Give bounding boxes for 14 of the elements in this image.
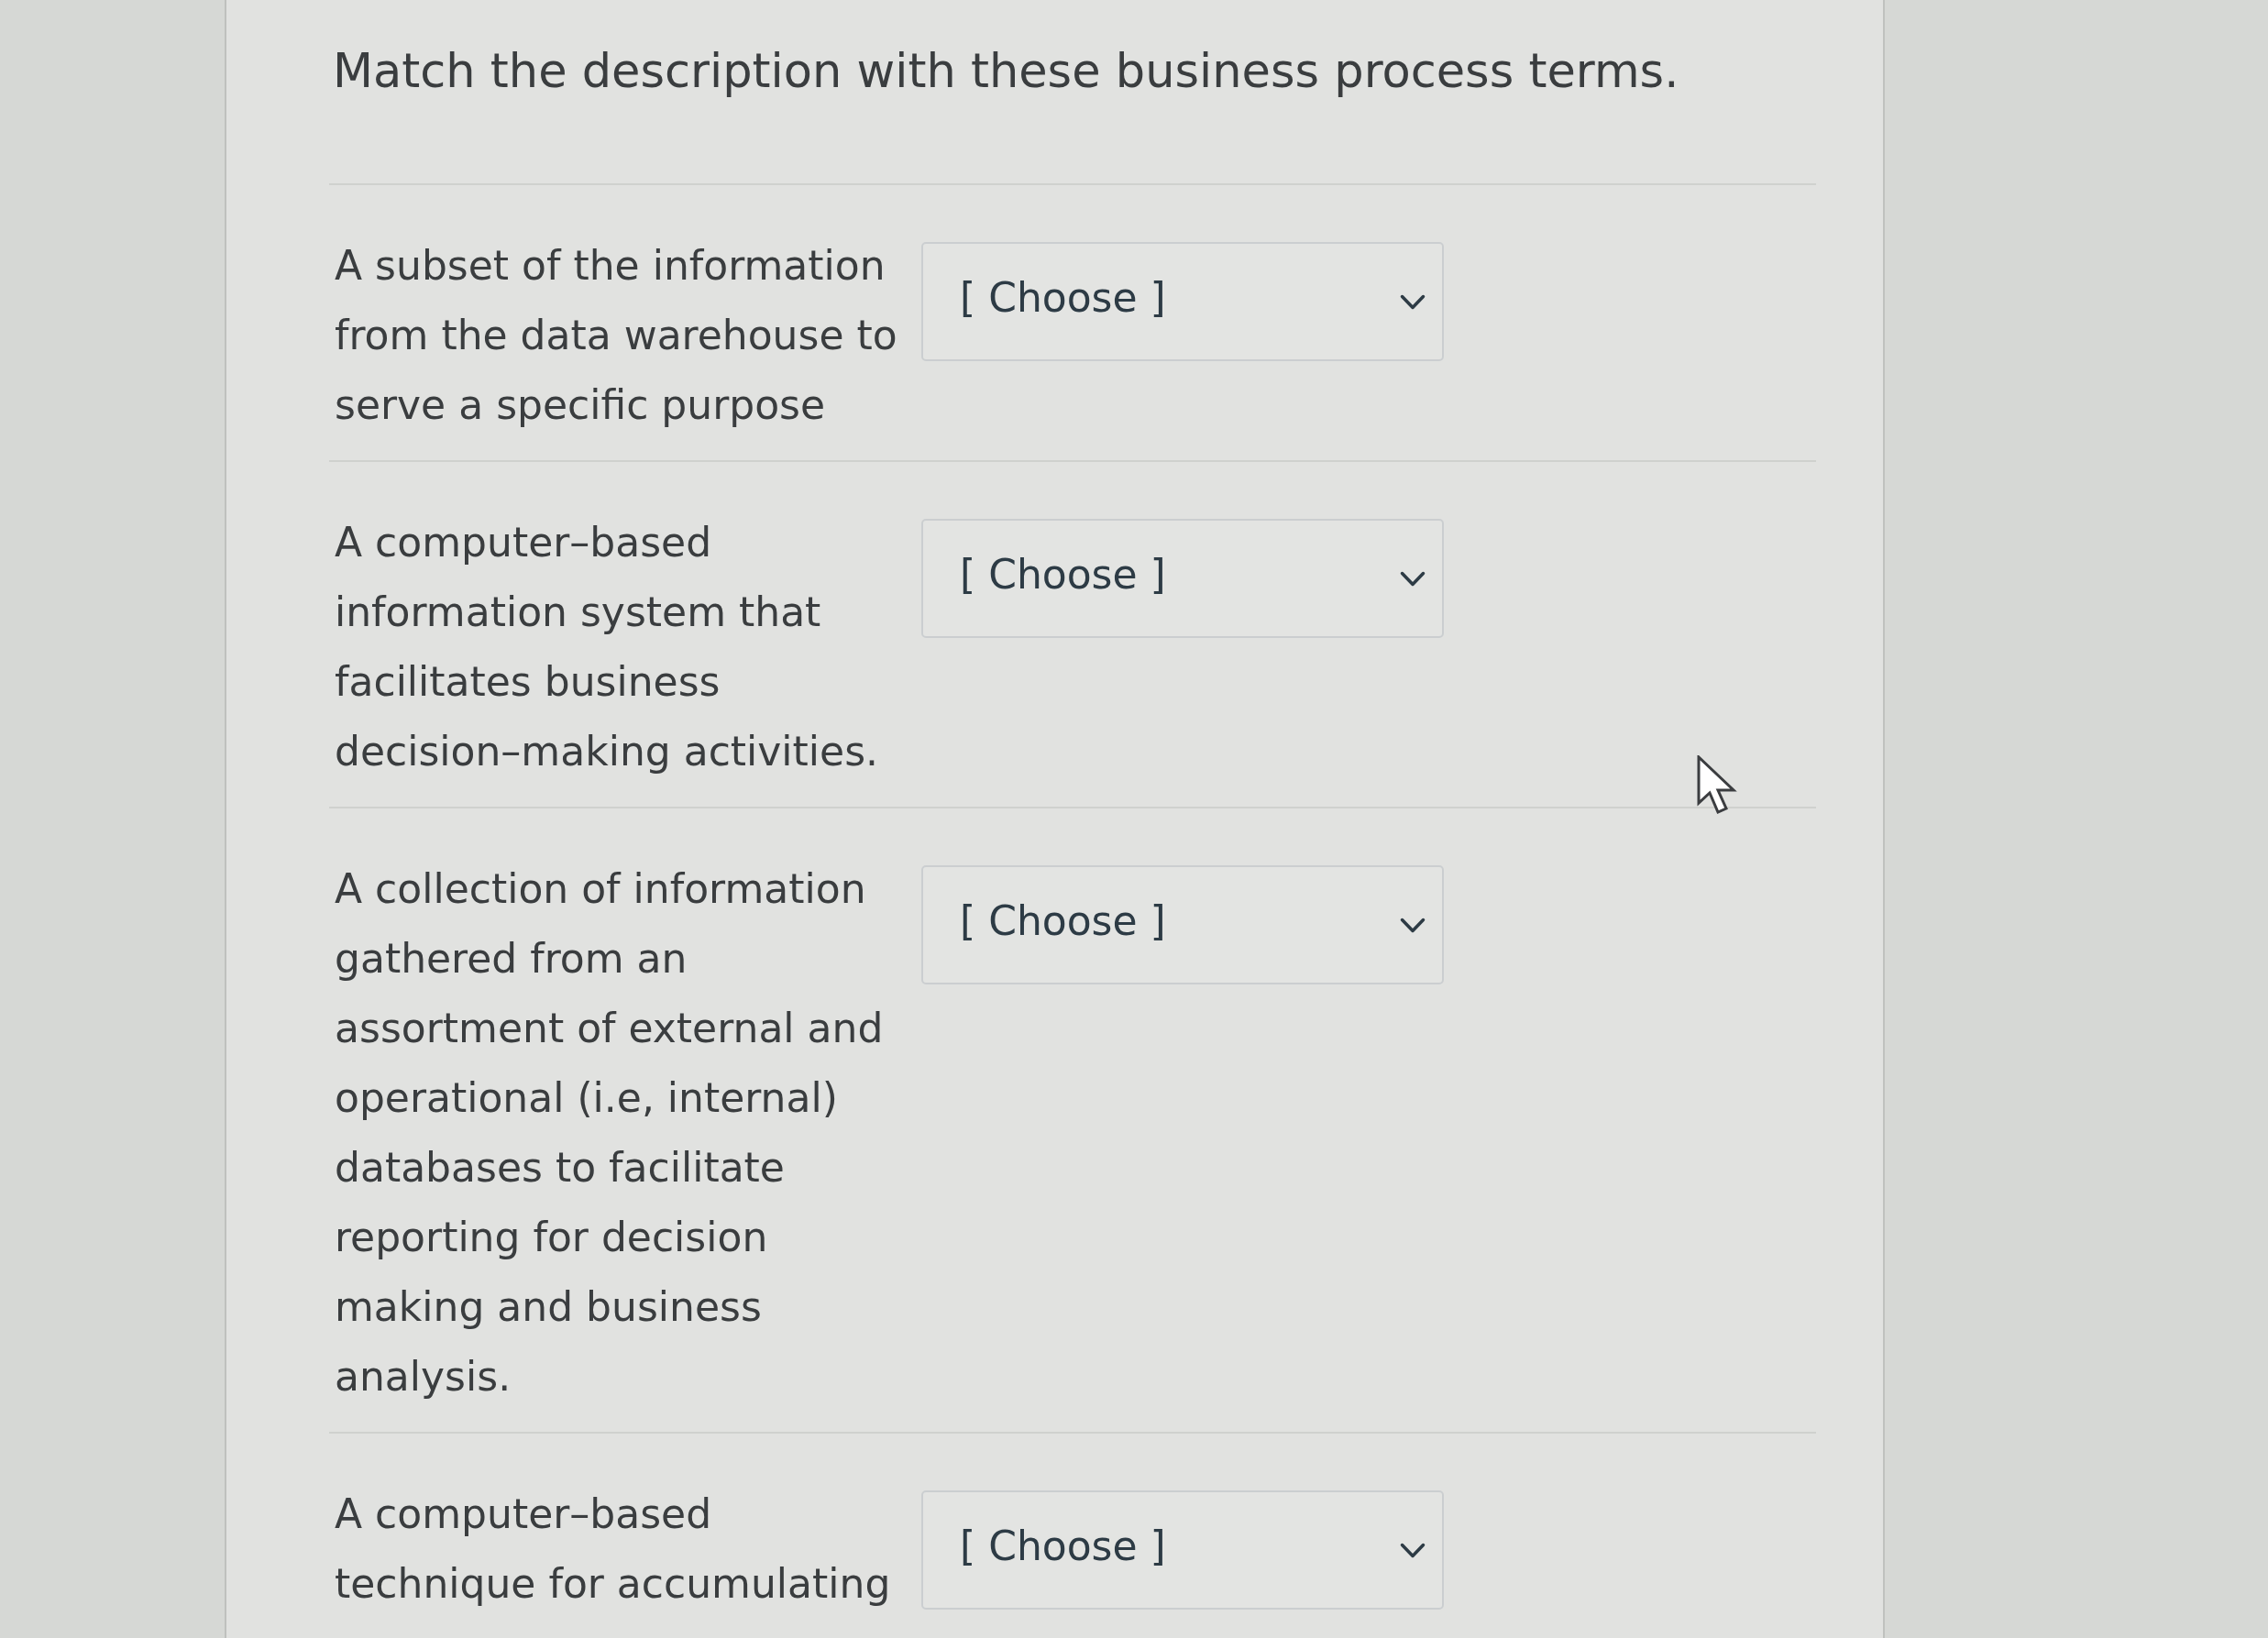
- chevron-down-icon: [1400, 917, 1426, 933]
- answer-dropdown[interactable]: [ Choose ]: [921, 519, 1444, 638]
- answer-dropdown[interactable]: [ Choose ]: [921, 865, 1444, 984]
- chevron-down-icon: [1400, 293, 1426, 310]
- chevron-down-icon: [1400, 570, 1426, 587]
- prompt-text: A collection of information gathered from an assortment of external and operational (i.e, internal) databases to facilitate reporting for decision making and business analysis.: [335, 864, 885, 1402]
- prompt-text: A computer–based technique for accumulating: [335, 1490, 892, 1609]
- answer-dropdown[interactable]: [ Choose ]: [921, 242, 1444, 361]
- prompt-text: A subset of the information from the data warehouse to serve a specific purpose: [335, 241, 898, 430]
- prompt-text: A computer–based information system that facilitates business decision–making activities.: [335, 518, 880, 776]
- question-title: Match the description with these business process terms.: [332, 43, 1680, 100]
- mouse-pointer-icon: [1697, 755, 1737, 814]
- chevron-down-icon: [1400, 1542, 1426, 1558]
- answer-dropdown[interactable]: [ Choose ]: [921, 1490, 1444, 1610]
